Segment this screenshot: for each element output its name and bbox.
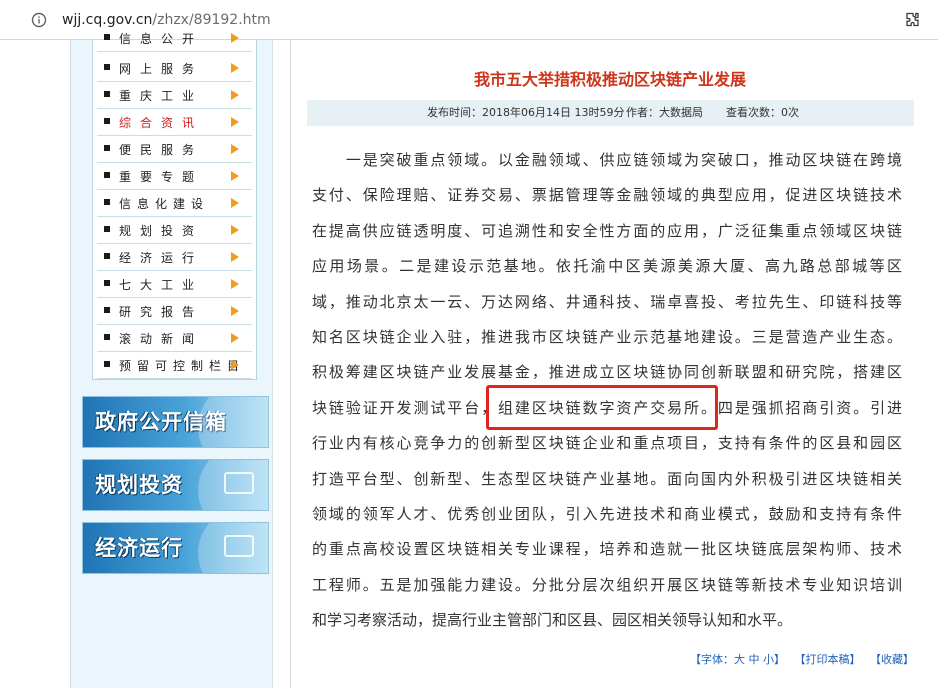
sidebar-item-label: 滚动新闻: [119, 332, 204, 346]
bullet-icon: [104, 172, 110, 178]
sidebar-item-info-disclosure[interactable]: 信息公开: [97, 26, 252, 52]
article-meta-bar: 发布时间：2018年06月14日 13时59分 作者：大数据局 查看次数：0次: [307, 100, 914, 126]
sidebar-item-chongqing-industry[interactable]: 重庆工业: [97, 83, 252, 109]
bullet-icon: [104, 280, 110, 286]
arrow-right-icon: [231, 360, 239, 370]
banner-label: 规划投资: [95, 472, 183, 497]
highlight-box: [486, 385, 718, 430]
sidebar-item-key-topics[interactable]: 重要专题: [97, 164, 252, 190]
bullet-icon: [104, 64, 110, 70]
banner-label: 经济运行: [95, 535, 183, 560]
bullet-icon: [104, 226, 110, 232]
article-line: 一是突破重点领域。以金融领域、供应链领域为突破口，推动区块链在跨境: [312, 151, 902, 169]
arrow-right-icon: [231, 63, 239, 73]
bullet-icon: [104, 334, 110, 340]
sidebar-item-economic-operation[interactable]: 经济运行: [97, 245, 252, 271]
sidebar-item-label: 七大工业: [119, 278, 204, 292]
favorite-link[interactable]: 【收藏】: [870, 653, 914, 666]
bullet-icon: [104, 361, 110, 367]
sidebar-item-label: 研究报告: [119, 305, 204, 319]
article-line: 域，推动北京太一云、万达网络、井通科技、瑞卓喜投、考拉先生、印链科技等: [312, 292, 902, 311]
arrow-right-icon: [231, 198, 239, 208]
article-line: 和学习考察活动，提高行业主管部门和区县、园区相关领导认知和水平。: [312, 611, 793, 630]
sidebar-item-public-service[interactable]: 便民服务: [97, 137, 252, 163]
banner-economic-operation[interactable]: 经济运行: [82, 522, 269, 574]
bullet-icon: [104, 199, 110, 205]
arrow-right-icon: [231, 333, 239, 343]
arrow-right-icon: [231, 117, 239, 127]
bullet-icon: [104, 145, 110, 151]
banner-government-mailbox[interactable]: 政府公开信箱: [82, 396, 269, 448]
bullet-icon: [104, 253, 110, 259]
arrow-right-icon: [231, 33, 239, 43]
sidebar-item-label: 便民服务: [119, 143, 204, 157]
sidebar-nav: 信息公开 网上服务 重庆工业 综合资讯 便民服务 重要专题 信息化建设 规划投资: [92, 32, 257, 380]
article-line: 领域的领军人才、优秀创业团队，引入先进技术和商业模式，鼓励和支持有条件: [312, 505, 902, 524]
sidebar-item-label: 规划投资: [119, 224, 204, 238]
sidebar-item-rolling-news[interactable]: 滚动新闻: [97, 326, 252, 352]
sidebar-item-label: 重庆工业: [119, 89, 204, 103]
sidebar-item-informatization[interactable]: 信息化建设: [97, 191, 252, 217]
font-size-control[interactable]: 【字体：大 中 小】: [690, 653, 785, 666]
sidebar-item-general-news[interactable]: 综合资讯: [97, 110, 252, 136]
sidebar-item-planning-investment[interactable]: 规划投资: [97, 218, 252, 244]
article-line: 在提高供应链透明度、可追溯性和安全性方面的应用，广泛征集重点领域区块链: [312, 221, 902, 240]
article-tools: 【字体：大 中 小】 【打印本稿】 【收藏】: [690, 652, 920, 668]
sidebar-item-label: 重要专题: [119, 170, 204, 184]
sidebar-item-online-service[interactable]: 网上服务: [97, 56, 252, 82]
info-icon[interactable]: [31, 12, 47, 28]
arrow-right-icon: [231, 279, 239, 289]
banner-planning-investment[interactable]: 规划投资: [82, 459, 269, 511]
article-line: 应用场景。二是建设示范基地。依托渝中区美源美源大厦、高九路总部城等区: [312, 257, 902, 276]
arrow-right-icon: [231, 144, 239, 154]
sidebar-item-label: 网上服务: [119, 62, 204, 76]
bullet-icon: [104, 118, 110, 124]
sidebar-item-research-reports[interactable]: 研究报告: [97, 299, 252, 325]
sidebar-item-label: 信息化建设: [119, 197, 210, 211]
print-link[interactable]: 【打印本稿】: [795, 653, 861, 666]
arrow-right-icon: [231, 306, 239, 316]
sidebar-item-label: 综合资讯: [119, 116, 204, 130]
chart-icon: [224, 535, 254, 557]
sidebar-item-label: 预留可控制栏目: [119, 359, 246, 373]
article-title: 我市五大举措积极推动区块链产业发展: [473, 70, 746, 89]
sidebar-item-seven-industries[interactable]: 七大工业: [97, 272, 252, 298]
article-line: 打造平台型、创新型、生态型区块链产业基地。面向国内外积极引进区块链相关: [312, 469, 902, 488]
author: 作者：大数据局: [626, 106, 703, 119]
article-line: 知名区块链企业入驻，推进我市区块链产业示范基地建设。三是营造产业生态。: [312, 328, 902, 347]
arrow-right-icon: [231, 171, 239, 181]
arrow-right-icon: [231, 252, 239, 262]
content-border-left: [290, 40, 291, 688]
article-line: 的重点高校设置区块链相关专业课程，培养和造就一批区块链底层架构师、技术: [312, 540, 902, 559]
banner-label: 政府公开信箱: [95, 409, 227, 434]
sidebar-item-label: 信息公开: [119, 32, 204, 46]
sidebar-item-reserved-column[interactable]: 预留可控制栏目: [97, 353, 252, 379]
arrow-right-icon: [231, 90, 239, 100]
publish-time: 发布时间：2018年06月14日 13时59分: [427, 106, 625, 119]
book-icon: [224, 472, 254, 494]
puzzle-icon[interactable]: [904, 11, 922, 29]
article-line: 行业内有核心竞争力的创新型区块链企业和重点项目，支持有条件的区县和园区: [312, 434, 902, 453]
bullet-icon: [104, 91, 110, 97]
view-count: 查看次数：0次: [726, 106, 799, 119]
bullet-icon: [104, 307, 110, 313]
sidebar-item-label: 经济运行: [119, 251, 204, 265]
arrow-right-icon: [231, 225, 239, 235]
bullet-icon: [104, 34, 110, 40]
article-line: 支付、保险理赔、证券交易、票据管理等金融领域的典型应用，促进区块链技术: [312, 186, 902, 205]
article-line: 工程师。五是加强能力建设。分批分层次组织开展区块链等新技术专业知识培训: [312, 575, 902, 594]
